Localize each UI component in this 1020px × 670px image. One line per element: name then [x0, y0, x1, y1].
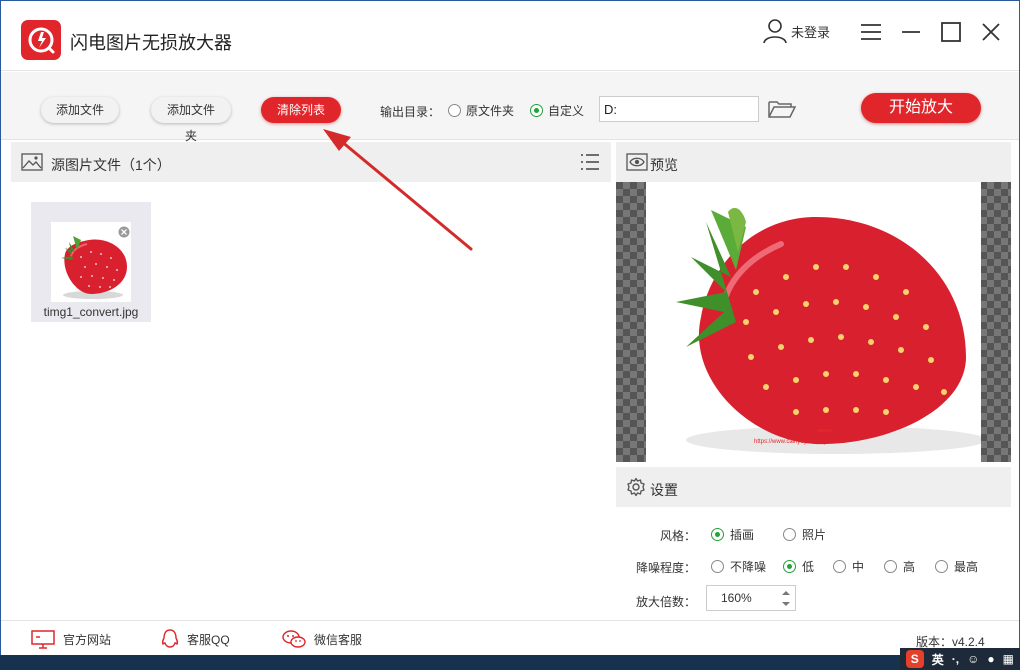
radio-dot — [448, 104, 461, 117]
radio-custom-folder[interactable]: 自定义 — [530, 102, 584, 119]
clear-list-button[interactable]: 清除列表 — [261, 97, 341, 123]
app-window: 闪电图片无损放大器 未登录 添加文件 添加文件夹 清除列表 输出目录： 原文件夹… — [0, 0, 1020, 656]
footer: 官方网站 客服QQ 微信客服 版本：v4.2.4 — [1, 620, 1019, 656]
scale-label: 放大倍数： — [635, 595, 696, 609]
preview-image: https://www.cainyeyef.cn/kjkonhou — [646, 182, 981, 462]
close-icon[interactable] — [976, 17, 1006, 47]
radio-dot — [833, 560, 846, 573]
sogou-ime-icon[interactable]: S — [905, 650, 924, 668]
gear-icon — [627, 477, 645, 497]
maximize-icon[interactable] — [936, 17, 966, 47]
title-bar: 闪电图片无损放大器 未登录 — [1, 1, 1019, 71]
radio-dot — [935, 560, 948, 573]
radio-dot-selected — [530, 104, 543, 117]
radio-custom-label: 自定义 — [548, 104, 585, 118]
radio-original-folder[interactable]: 原文件夹 — [448, 102, 514, 119]
file-list-area: timg1_convert.jpg — [11, 182, 611, 620]
scale-stepper[interactable] — [706, 585, 796, 611]
menu-icon[interactable] — [856, 17, 886, 47]
ime-language-indicator[interactable]: 英 — [932, 651, 944, 668]
punctuation-icon[interactable]: ·, — [952, 652, 959, 666]
source-panel-title: 源图片文件（1个） — [51, 157, 171, 173]
output-path-input[interactable] — [599, 96, 759, 122]
preview-canvas: https://www.cainyeyef.cn/kjkonhou — [616, 182, 1011, 462]
radio-dot-selected — [783, 560, 796, 573]
list-icon[interactable] — [579, 151, 601, 173]
start-enlarge-button[interactable]: 开始放大 — [861, 93, 981, 123]
denoise-option-label: 不降噪 — [730, 560, 767, 574]
emoji-icon[interactable]: ☺ — [967, 652, 979, 666]
chevron-up-icon[interactable] — [781, 588, 791, 598]
add-folder-button[interactable]: 添加文件夹 — [151, 97, 231, 143]
denoise-option-highest[interactable]: 最高 — [935, 558, 978, 575]
add-file-button[interactable]: 添加文件 — [41, 97, 119, 123]
style-option-illustration[interactable]: 插画 — [711, 526, 754, 543]
keyboard-icon[interactable]: ▦ — [1003, 652, 1014, 666]
toolbar: 添加文件 添加文件夹 清除列表 输出目录： 原文件夹 自定义 开始放大 — [1, 72, 1019, 143]
qq-support-link[interactable]: 客服QQ — [161, 629, 230, 649]
monitor-icon — [31, 630, 55, 649]
denoise-option-low[interactable]: 低 — [783, 558, 814, 575]
denoise-option-medium[interactable]: 中 — [833, 558, 864, 575]
wechat-support-link[interactable]: 微信客服 — [282, 629, 362, 649]
remove-file-icon[interactable] — [118, 226, 130, 238]
wechat-icon — [282, 630, 306, 648]
settings-panel-title: 设置 — [650, 482, 678, 498]
system-tray: S 英 ·, ☺ ● ▦ — [899, 648, 1020, 670]
denoise-option-label: 低 — [802, 560, 815, 574]
app-logo-icon — [21, 20, 61, 60]
file-thumbnail-card[interactable]: timg1_convert.jpg — [31, 202, 151, 322]
minimize-icon[interactable] — [896, 17, 926, 47]
settings-panel-header: 设置 — [616, 467, 1011, 507]
folder-open-icon[interactable] — [767, 98, 797, 120]
denoise-option-high[interactable]: 高 — [884, 558, 915, 575]
denoise-option-label: 高 — [903, 560, 916, 574]
output-dir-label: 输出目录： — [380, 105, 441, 119]
denoise-option-label: 最高 — [954, 560, 979, 574]
login-label: 未登录 — [791, 24, 831, 40]
style-option-photo[interactable]: 照片 — [783, 526, 826, 543]
radio-dot-selected — [711, 528, 724, 541]
denoise-option-none[interactable]: 不降噪 — [711, 558, 766, 575]
qq-support-label: 客服QQ — [187, 632, 230, 647]
denoise-option-label: 中 — [852, 560, 865, 574]
settings-body: 风格： 插画 照片 降噪程度： 不降噪 低 中 高 最高 放大倍数： 160% — [616, 507, 1011, 620]
taskbar — [0, 655, 1020, 670]
style-option-label: 插画 — [730, 528, 755, 542]
preview-watermark: https://www.cainyeyef.cn/kjkonhou — [754, 439, 845, 445]
login-button[interactable]: 未登录 — [761, 17, 830, 45]
microphone-icon[interactable]: ● — [987, 652, 994, 666]
user-icon — [763, 19, 787, 44]
preview-panel-header: 预览 — [616, 142, 1011, 182]
radio-dot — [884, 560, 897, 573]
denoise-label: 降噪程度： — [635, 561, 696, 575]
eye-icon — [626, 153, 648, 171]
app-title: 闪电图片无损放大器 — [70, 33, 232, 53]
image-icon — [21, 153, 43, 171]
preview-panel-title: 预览 — [650, 157, 678, 173]
style-label: 风格： — [659, 529, 696, 543]
radio-dot — [783, 528, 796, 541]
wechat-support-label: 微信客服 — [314, 632, 363, 647]
scale-input[interactable] — [707, 586, 777, 610]
official-website-label: 官方网站 — [63, 632, 112, 647]
style-option-label: 照片 — [802, 528, 827, 542]
source-panel-header: 源图片文件（1个） — [11, 142, 611, 182]
file-name: timg1_convert.jpg — [43, 305, 139, 319]
radio-dot — [711, 560, 724, 573]
radio-original-label: 原文件夹 — [466, 104, 515, 118]
chevron-down-icon[interactable] — [781, 599, 791, 609]
qq-icon — [161, 629, 179, 648]
official-website-link[interactable]: 官方网站 — [31, 629, 111, 649]
